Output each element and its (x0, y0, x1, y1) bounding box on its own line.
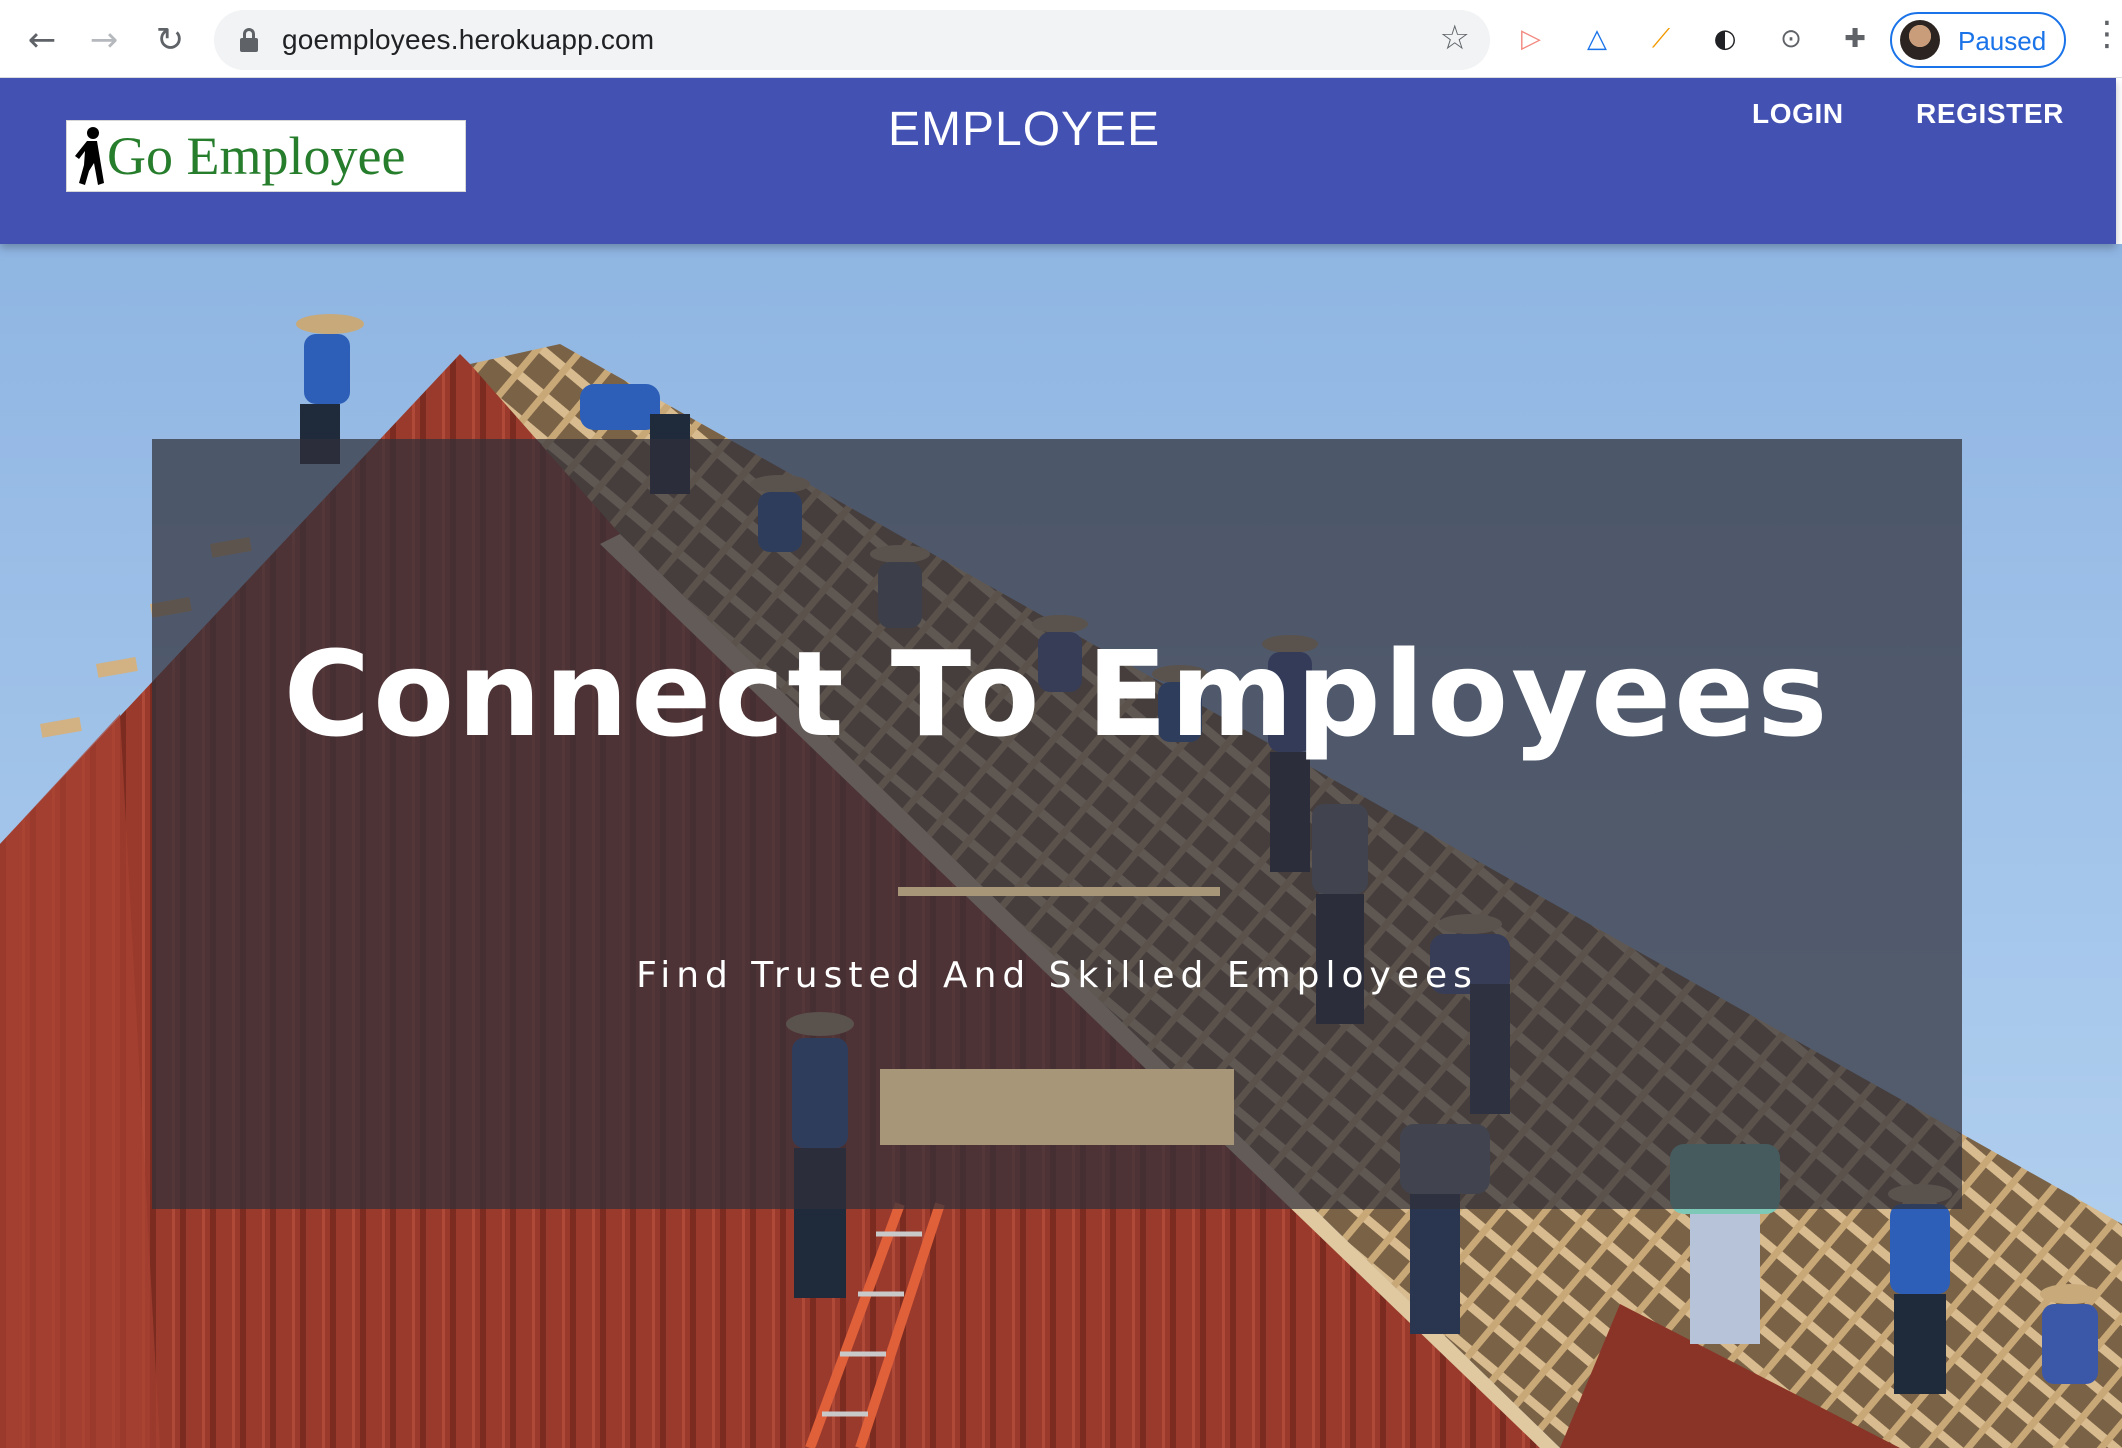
avatar (1900, 20, 1940, 60)
login-link[interactable]: LOGIN (1752, 98, 1844, 130)
forward-icon[interactable]: → (78, 14, 130, 66)
bookmark-star-icon[interactable]: ☆ (1440, 18, 1470, 58)
hero-divider (898, 887, 1220, 896)
address-bar[interactable]: goemployees.herokuapp.com ☆ (214, 10, 1490, 70)
reload-icon[interactable]: ↻ (144, 14, 196, 66)
ax-extension-icon[interactable]: △ (1576, 18, 1618, 60)
hero-subtitle: Find Trusted And Skilled Employees (636, 955, 1478, 996)
hero-cta-button[interactable] (880, 1069, 1234, 1145)
puzzle-extensions-icon[interactable]: ✚ (1834, 18, 1876, 60)
carrot-extension-icon[interactable]: ⟋ (1640, 18, 1682, 60)
browser-menu-icon[interactable]: ⋮ (2090, 14, 2122, 54)
web-page: Go Employee EMPLOYEE LOGIN REGISTER Conn… (0, 78, 2122, 1448)
hero-heading: Connect To Employees (283, 625, 1831, 763)
video-extension-icon[interactable]: ▷ (1510, 18, 1552, 60)
browser-toolbar: ← → ↻ goemployees.herokuapp.com ☆ ▷ △ ⟋ ◐ ⊙ ✚… (0, 0, 2122, 78)
url-text[interactable]: goemployees.herokuapp.com (282, 24, 654, 56)
back-icon[interactable]: ← (16, 14, 68, 66)
profile-status: Paused (1958, 26, 2047, 56)
logo[interactable]: Go Employee (66, 120, 466, 192)
hero-overlay: Connect To Employees Find Trusted And Sk… (152, 439, 1962, 1209)
json-extension-icon[interactable]: ⊙ (1770, 18, 1812, 60)
walking-person-icon (75, 127, 104, 185)
contrast-extension-icon[interactable]: ◐ (1704, 18, 1746, 60)
logo-text: Go Employee (107, 126, 406, 186)
profile-button[interactable]: Paused (1890, 12, 2066, 68)
hero-section: Connect To Employees Find Trusted And Sk… (0, 244, 2122, 1448)
lock-icon[interactable] (240, 28, 258, 52)
register-link[interactable]: REGISTER (1916, 98, 2064, 130)
page-title: EMPLOYEE (888, 103, 1161, 156)
app-bar: Go Employee EMPLOYEE LOGIN REGISTER (0, 78, 2116, 244)
